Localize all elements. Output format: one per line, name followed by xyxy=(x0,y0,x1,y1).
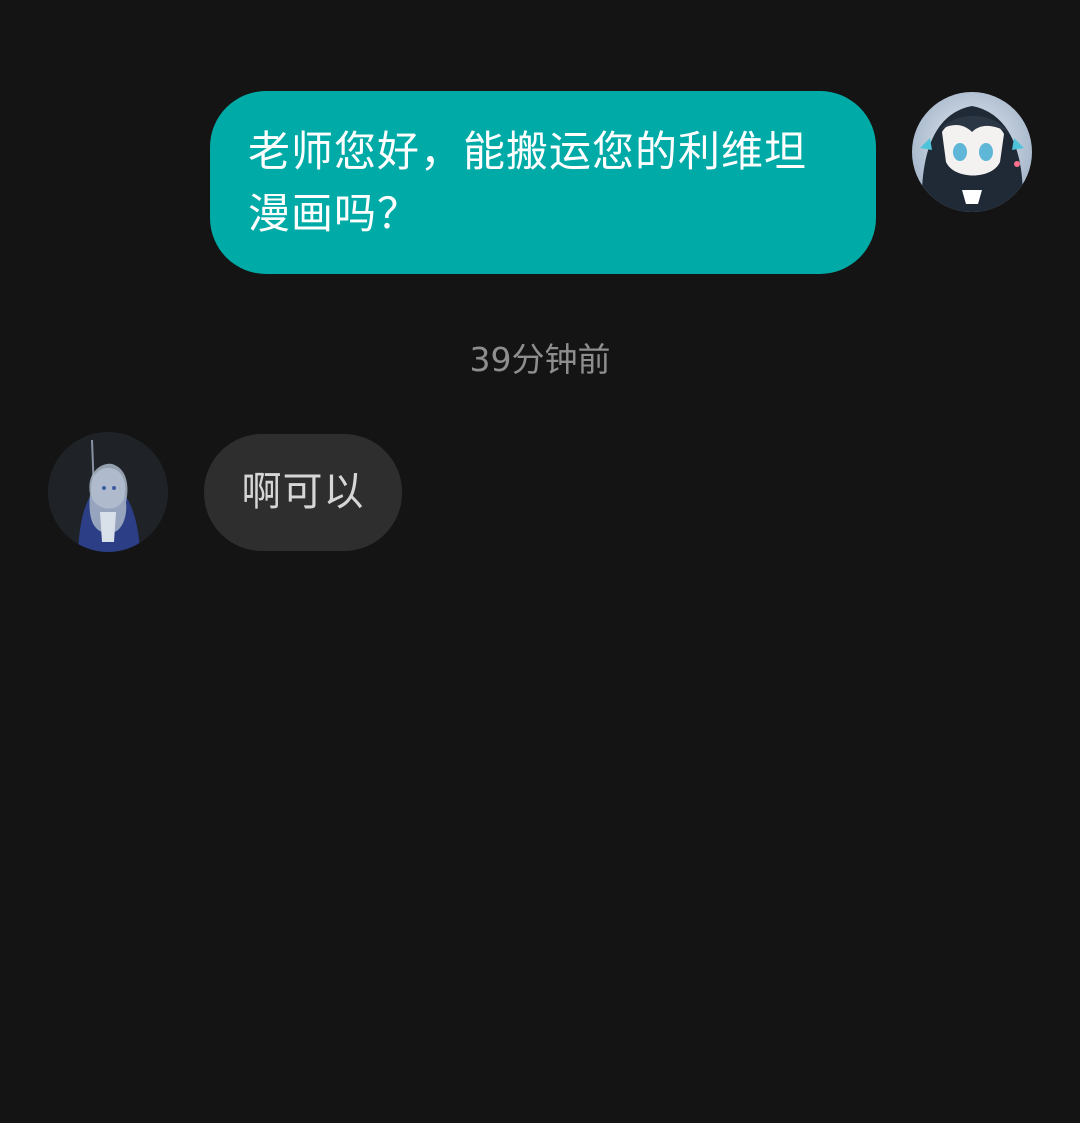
user-avatar-icon xyxy=(912,92,1032,212)
contact-avatar[interactable] xyxy=(48,432,168,552)
contact-avatar-icon xyxy=(48,432,168,552)
incoming-message-text: 啊可以 xyxy=(241,469,365,515)
message-timestamp: 39分钟前 xyxy=(469,340,611,379)
outgoing-message-line-2: 漫画吗？ xyxy=(248,189,421,238)
outgoing-message-line-1: 老师您好，能搬运您的利维坦 xyxy=(248,127,808,176)
incoming-message-bubble[interactable]: 啊可以 xyxy=(204,434,402,551)
outgoing-message-bubble[interactable]: 老师您好，能搬运您的利维坦 漫画吗？ xyxy=(210,91,876,274)
user-avatar[interactable] xyxy=(912,92,1032,212)
